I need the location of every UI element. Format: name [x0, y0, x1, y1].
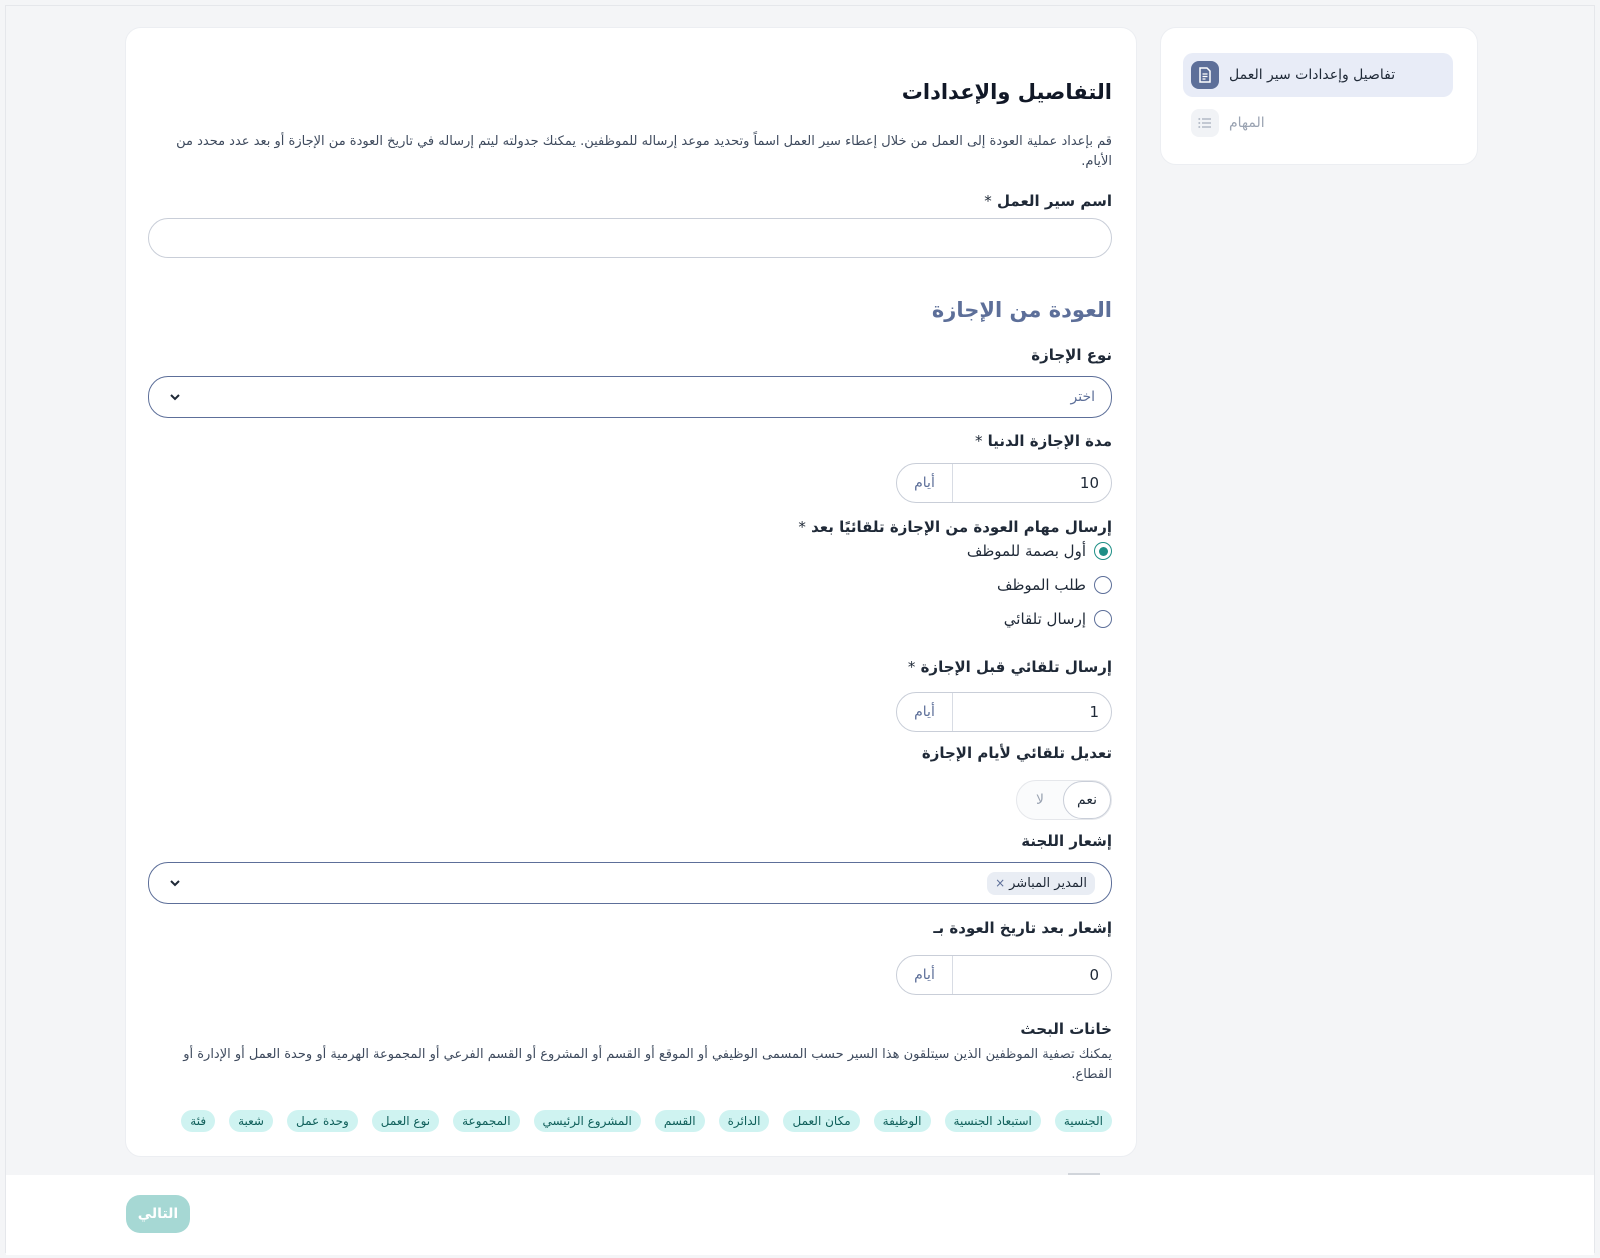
leave-type-label: نوع الإجازة	[1031, 346, 1112, 364]
tag-work-type[interactable]: نوع العمل	[371, 1110, 440, 1132]
tag-work-unit[interactable]: وحدة عمل	[286, 1110, 358, 1132]
send-after-label: إرسال مهام العودة من الإجازة تلقائيًا بع…	[798, 518, 1112, 536]
radio-employee-request[interactable]: طلب الموظف	[997, 576, 1112, 594]
notify-after-value: 0	[1089, 966, 1099, 984]
steps-sidebar: تفاصيل وإعدادات سير العمل المهام	[1160, 27, 1478, 165]
next-button[interactable]: التالي	[126, 1195, 190, 1233]
radio-button[interactable]	[1094, 576, 1112, 594]
radio-button[interactable]	[1094, 542, 1112, 560]
sidebar-item-tasks[interactable]: المهام	[1183, 101, 1453, 145]
tag-main-project[interactable]: المشروع الرئيسي	[533, 1110, 641, 1132]
sidebar-item-label: المهام	[1229, 115, 1265, 131]
tag-category[interactable]: فئة	[181, 1110, 216, 1132]
workflow-name-label: اسم سير العمل *	[984, 192, 1112, 210]
tag-division[interactable]: شعبة	[229, 1110, 273, 1132]
document-icon	[1191, 61, 1219, 89]
search-field-tags: الجنسية استبعاد الجنسية الوظيفة مكان الع…	[181, 1110, 1112, 1132]
notify-after-label: إشعار بعد تاريخ العودة بـ	[933, 919, 1112, 937]
leave-type-placeholder: اختر	[1070, 389, 1096, 405]
workflow-name-input[interactable]	[148, 218, 1112, 258]
tag-work-location[interactable]: مكان العمل	[783, 1110, 860, 1132]
tag-department[interactable]: الدائرة	[718, 1110, 770, 1132]
auto-before-label: إرسال تلقائي قبل الإجازة *	[907, 658, 1112, 676]
chevron-down-icon	[170, 394, 180, 401]
auto-before-unit: أيام	[897, 693, 953, 731]
committee-select[interactable]: المدير المباشر ×	[148, 862, 1112, 904]
sidebar-item-details[interactable]: تفاصيل وإعدادات سير العمل	[1183, 53, 1453, 97]
sidebar-item-label: تفاصيل وإعدادات سير العمل	[1229, 67, 1396, 83]
tag-exclude-nationality[interactable]: استبعاد الجنسية	[944, 1110, 1041, 1132]
selected-chip: المدير المباشر ×	[987, 871, 1095, 895]
notify-after-input[interactable]: 0 أيام	[896, 955, 1112, 995]
radio-button[interactable]	[1094, 610, 1112, 628]
footer-bar: التالي	[6, 1175, 1594, 1255]
tag-job[interactable]: الوظيفة	[873, 1110, 931, 1132]
auto-before-input[interactable]: 1 أيام	[896, 692, 1112, 732]
auto-before-value: 1	[1089, 703, 1099, 721]
committee-label: إشعار اللجنة	[1021, 832, 1112, 850]
min-leave-label: مدة الإجازة الدنيا *	[974, 432, 1112, 450]
tag-nationality[interactable]: الجنسية	[1054, 1110, 1112, 1132]
tag-group[interactable]: المجموعة	[453, 1110, 520, 1132]
radio-auto-send[interactable]: إرسال تلقائي	[1004, 610, 1112, 628]
details-form-card: التفاصيل والإعدادات قم بإعداد عملية العو…	[125, 27, 1137, 1157]
page-description: قم بإعداد عملية العودة إلى العمل من خلال…	[176, 134, 1112, 169]
min-leave-value: 10	[1079, 474, 1099, 492]
search-fields-label: خانات البحث	[1020, 1020, 1112, 1038]
list-icon	[1191, 109, 1219, 137]
page-title: التفاصيل والإعدادات	[901, 80, 1112, 104]
min-leave-input[interactable]: 10 أيام	[896, 463, 1112, 503]
auto-adjust-toggle[interactable]: نعم لا	[1016, 780, 1112, 820]
search-fields-description: يمكنك تصفية الموظفين الذين سيتلقون هذا ا…	[183, 1047, 1112, 1082]
auto-adjust-label: تعديل تلقائي لأيام الإجازة	[921, 744, 1112, 762]
tag-section[interactable]: القسم	[654, 1110, 705, 1132]
chip-remove-icon[interactable]: ×	[995, 876, 1005, 890]
toggle-yes[interactable]: نعم	[1063, 781, 1111, 819]
chevron-down-icon	[170, 880, 180, 887]
notify-after-unit: أيام	[897, 956, 953, 994]
section-title: العودة من الإجازة	[931, 298, 1112, 322]
min-leave-unit: أيام	[897, 464, 953, 502]
leave-type-select[interactable]: اختر	[148, 376, 1112, 418]
toggle-no[interactable]: لا	[1017, 781, 1063, 819]
radio-first-punch[interactable]: أول بصمة للموظف	[967, 542, 1112, 560]
